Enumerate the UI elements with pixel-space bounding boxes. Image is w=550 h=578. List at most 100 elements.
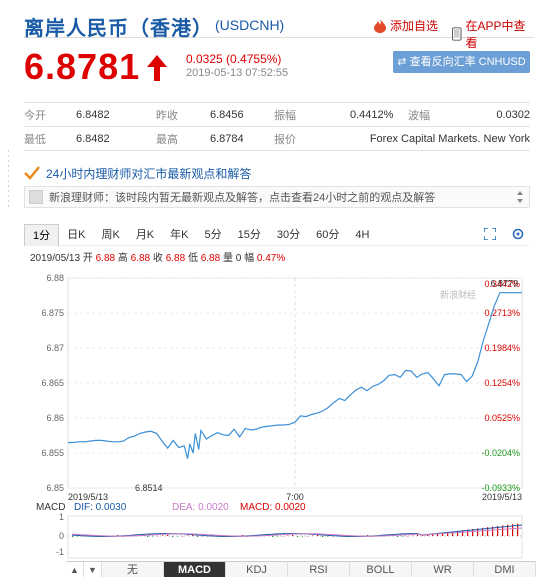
tab-dmi[interactable]: DMI <box>474 562 536 577</box>
pct-tick-label: 0.0525% <box>484 413 520 423</box>
macd-bar <box>402 536 404 537</box>
tab-15min[interactable]: 15分 <box>230 224 269 246</box>
macd-bar <box>202 536 204 537</box>
news-text: 新浪理财师：该时段内暂无最新观点及解答，点击查看24小时之前的观点及解答 <box>49 192 436 204</box>
advisor-bar[interactable]: 24小时内理财师对汇市最新观点和解答 <box>24 162 530 184</box>
high-label: 高 <box>117 253 128 264</box>
reverse-rate-button[interactable]: ⇄ 查看反向汇率 CNHUSD <box>393 51 530 73</box>
tab-none[interactable]: 无 <box>102 562 164 577</box>
volume-value: 0 <box>235 253 242 264</box>
y-tick-label: 6.875 <box>41 308 64 318</box>
amplitude-label: 幅 <box>244 253 255 264</box>
timestamp: 2019-05-13 07:52:55 <box>186 67 289 79</box>
macd-value-label: MACD: 0.0020 <box>240 502 306 513</box>
tab-year-k[interactable]: 年K <box>162 224 196 246</box>
macd-bar <box>397 536 399 537</box>
view-in-app-button[interactable]: 在APP中查看 <box>452 17 534 51</box>
x-label: 7:00 <box>286 492 304 502</box>
side-divider <box>8 150 9 210</box>
ohlc-info: 2019/05/13 开 6.88 高 6.88 收 6.88 低 6.88 量… <box>30 249 285 264</box>
tab-boll[interactable]: BOLL <box>350 562 412 577</box>
intraday-chart[interactable]: 6.886.8756.876.8656.866.8556.850.3442%0.… <box>0 266 550 578</box>
stat-value: 6.8456 <box>210 102 274 127</box>
amplitude-value: 0.47% <box>256 253 286 264</box>
chart-tools <box>484 228 524 240</box>
tab-macd[interactable]: MACD <box>164 562 226 577</box>
symbol-label: (USDCNH) <box>215 17 285 33</box>
max-label: 6.8779 <box>490 279 518 289</box>
up-arrow-icon <box>147 55 167 81</box>
x-label: 2019/5/13 <box>482 492 522 502</box>
scroll-down-icon[interactable]: ▼ <box>84 562 102 577</box>
low-label: 低 <box>187 253 198 264</box>
tab-rsi[interactable]: RSI <box>288 562 350 577</box>
stat-label: 今开 <box>24 102 76 127</box>
stat-label: 最低 <box>24 126 76 151</box>
tab-4h[interactable]: 4H <box>347 224 377 246</box>
macd-frame <box>67 515 523 559</box>
y-tick-label: 6.865 <box>41 378 64 388</box>
ohlc-date: 2019/05/13 <box>30 253 81 264</box>
scroll-arrows-icon[interactable] <box>517 191 523 203</box>
macd-bar <box>287 535 289 536</box>
pct-tick-label: 0.1254% <box>484 378 520 388</box>
scroll-up-icon[interactable]: ▲ <box>66 562 84 577</box>
tab-30min[interactable]: 30分 <box>269 224 308 246</box>
price-change: 0.0325 (0.4755%) <box>186 52 282 66</box>
macd-bar <box>297 536 299 537</box>
macd-bar <box>277 536 279 537</box>
dif-line <box>71 524 523 537</box>
tab-5min[interactable]: 5分 <box>197 224 230 246</box>
y-tick-label: 6.86 <box>46 413 64 423</box>
period-tabs: 1分 日K 周K 月K 年K 5分 15分 30分 60分 4H <box>24 223 530 246</box>
macd-bar <box>172 536 174 537</box>
dif-label: DIF: 0.0030 <box>74 502 127 513</box>
pct-tick-label: 0.2713% <box>484 308 520 318</box>
y-tick-label: 6.85 <box>46 483 64 493</box>
add-watch-button[interactable]: 添加自选 <box>374 17 438 34</box>
macd-bar <box>322 536 324 537</box>
macd-bar <box>317 535 319 536</box>
y-tick-label: 6.88 <box>46 273 64 283</box>
tab-60min[interactable]: 60分 <box>308 224 347 246</box>
tab-week-k[interactable]: 周K <box>93 224 127 246</box>
view-in-app-label: 在APP中查看 <box>465 19 526 50</box>
tab-wr[interactable]: WR <box>412 562 474 577</box>
low-value: 6.88 <box>200 253 221 264</box>
fire-icon <box>374 18 386 33</box>
settings-icon[interactable] <box>512 228 524 240</box>
macd-bar <box>412 535 414 536</box>
stat-label: 振幅 <box>274 102 350 127</box>
advisor-text: 24小时内理财师对汇市最新观点和解答 <box>46 166 252 181</box>
stat-label: 昨收 <box>156 102 210 127</box>
macd-bar <box>77 536 79 537</box>
macd-bar <box>272 536 274 537</box>
header: 离岸人民币（香港） (USDCNH) 添加自选 在APP中查看 <box>24 8 534 50</box>
y-tick-label: 6.855 <box>41 448 64 458</box>
stat-value: 6.8482 <box>76 102 156 127</box>
macd-bar <box>312 535 314 536</box>
tab-1min[interactable]: 1分 <box>24 223 60 246</box>
reverse-rate-label: 查看反向汇率 CNHUSD <box>409 56 526 68</box>
x-label: 2019/5/13 <box>68 492 108 502</box>
stat-label: 波幅 <box>398 102 463 127</box>
tab-month-k[interactable]: 月K <box>128 224 162 246</box>
indicator-tabs: ▲ ▼ 无 MACD KDJ RSI BOLL WR DMI <box>66 561 536 577</box>
macd-bar <box>187 535 189 536</box>
news-bar[interactable]: 新浪理财师：该时段内暂无最新观点及解答，点击查看24小时之前的观点及解答 <box>24 186 530 208</box>
pct-tick-label: 0.1984% <box>484 343 520 353</box>
y-tick-label: 6.87 <box>46 343 64 353</box>
stats-table: 今开 6.8482 昨收 6.8456 振幅 0.4412% 波幅 0.0302… <box>24 102 530 151</box>
swap-icon: ⇄ <box>397 56 410 68</box>
macd-bar <box>162 535 164 536</box>
volume-label: 量 <box>222 253 233 264</box>
macd-bar <box>292 535 294 536</box>
tab-day-k[interactable]: 日K <box>59 224 93 246</box>
fullscreen-icon[interactable] <box>484 228 496 240</box>
stat-label: 报价 <box>274 126 350 151</box>
tab-kdj[interactable]: KDJ <box>226 562 288 577</box>
macd-bar <box>147 536 149 537</box>
close-value: 6.88 <box>165 253 186 264</box>
macd-bar <box>327 536 329 537</box>
stat-value: 6.8482 <box>76 126 156 151</box>
